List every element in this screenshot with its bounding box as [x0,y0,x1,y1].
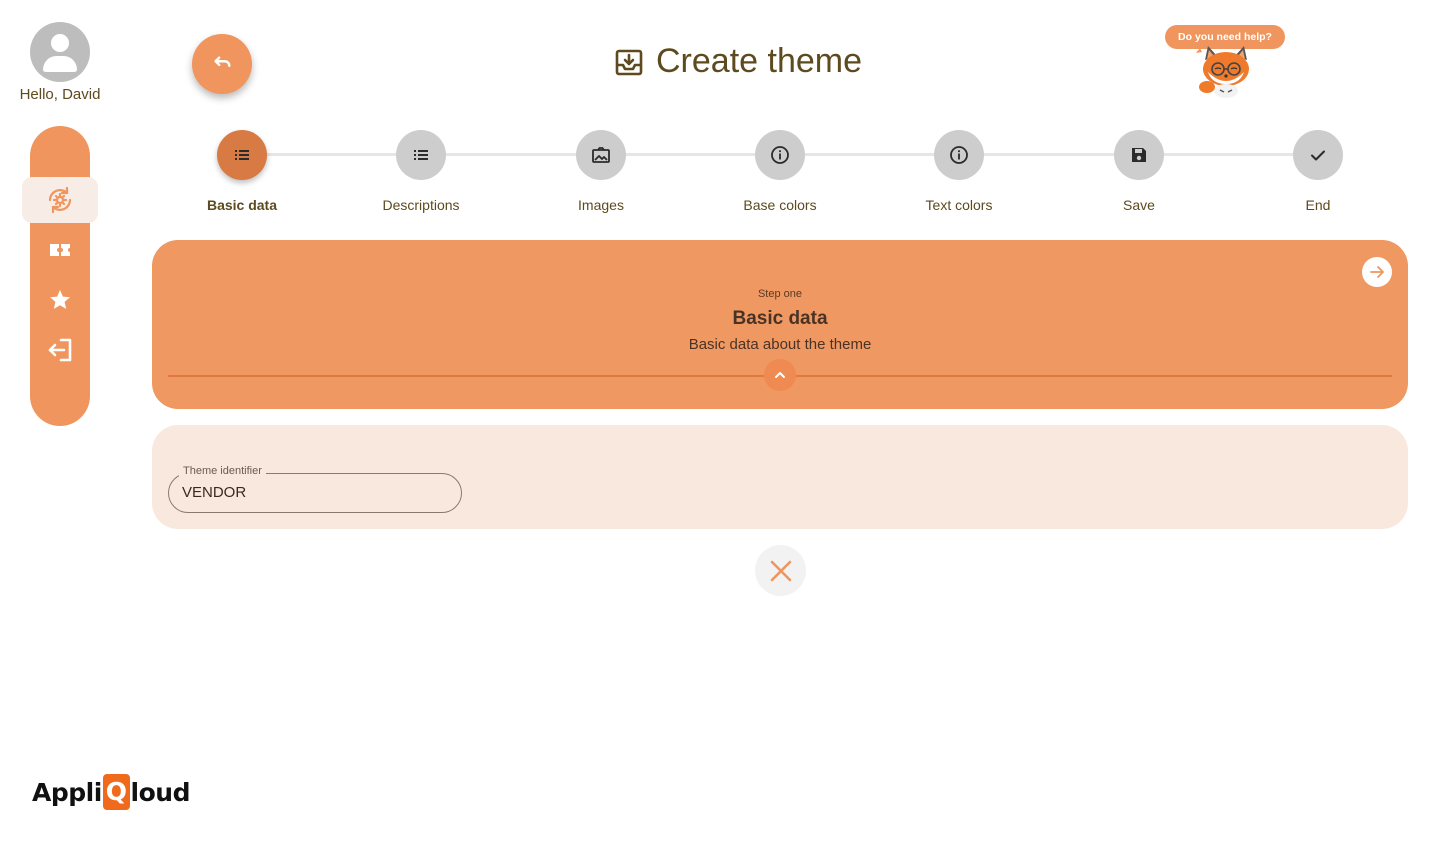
step-label: Basic data [206,197,278,213]
ticket-icon [50,244,70,256]
sidebar-item-themes[interactable] [22,177,98,223]
page-header: Create theme [614,42,862,81]
collapse-button[interactable] [764,359,796,391]
theme-identifier-field[interactable]: Theme identifier [168,465,462,513]
step-images[interactable]: Images [526,130,676,213]
step-save[interactable]: Save [1064,130,1214,213]
download-box-icon [615,49,643,75]
check-icon [1311,150,1325,161]
info-icon [771,146,789,164]
settings-sync-icon [48,186,72,214]
user-greeting: Hello, David [19,86,101,103]
arrow-right-icon [1370,266,1384,278]
step-end[interactable]: End [1243,130,1393,213]
step-label: Images [578,197,624,213]
appliqloud-logo: Appli Qloud [32,774,191,810]
sidebar-item-tickets[interactable] [22,227,98,273]
sidebar-item-favorites[interactable] [22,277,98,323]
step-label: End [1305,197,1331,213]
theme-identifier-input[interactable] [182,484,442,501]
step-label: Save [1123,197,1155,213]
cancel-button[interactable] [755,545,806,596]
user-panel: Hello, David [15,22,105,103]
step-circle [1114,130,1164,180]
list-icon [414,150,428,160]
step-circle [396,130,446,180]
step-descriptions[interactable]: Descriptions [346,130,496,213]
save-icon [1132,148,1146,162]
logo-text: Appli [32,777,102,807]
close-icon [770,560,791,581]
chevron-up-icon [775,372,785,378]
step-title: Basic data [732,308,828,329]
step-base-colors[interactable]: Base colors [705,130,855,213]
fox-mascot-icon [1196,46,1249,98]
undo-icon [214,56,231,68]
step-card: Step one Basic data Basic data about the… [152,240,1408,409]
step-circle [576,130,626,180]
step-label: Base colors [743,197,817,213]
step-circle [217,130,267,180]
step-description: Basic data about the theme [688,336,872,353]
list-icon [235,150,249,160]
step-text-colors[interactable]: Text colors [884,130,1034,213]
image-icon [592,147,610,163]
avatar[interactable] [30,22,90,82]
next-step-button[interactable] [1362,257,1392,287]
sidebar-item-logout[interactable] [22,327,98,373]
step-basic-data[interactable]: Basic data [167,130,317,213]
sidebar [22,126,98,426]
step-circle [1293,130,1343,180]
info-icon [950,146,968,164]
step-circle [755,130,805,180]
form-card: Theme identifier [152,425,1408,529]
logo-text: loud [130,777,191,807]
logout-icon [48,338,72,362]
star-icon [50,290,70,309]
step-circle [934,130,984,180]
step-label: Descriptions [382,197,460,213]
logo-q: Q [102,774,130,810]
field-label: Theme identifier [179,465,266,477]
help-widget[interactable]: Do you need help? [1164,24,1286,100]
step-subtitle: Step one [757,288,803,300]
page-title: Create theme [656,42,862,80]
back-button[interactable] [192,34,252,94]
step-label: Text colors [925,197,993,213]
